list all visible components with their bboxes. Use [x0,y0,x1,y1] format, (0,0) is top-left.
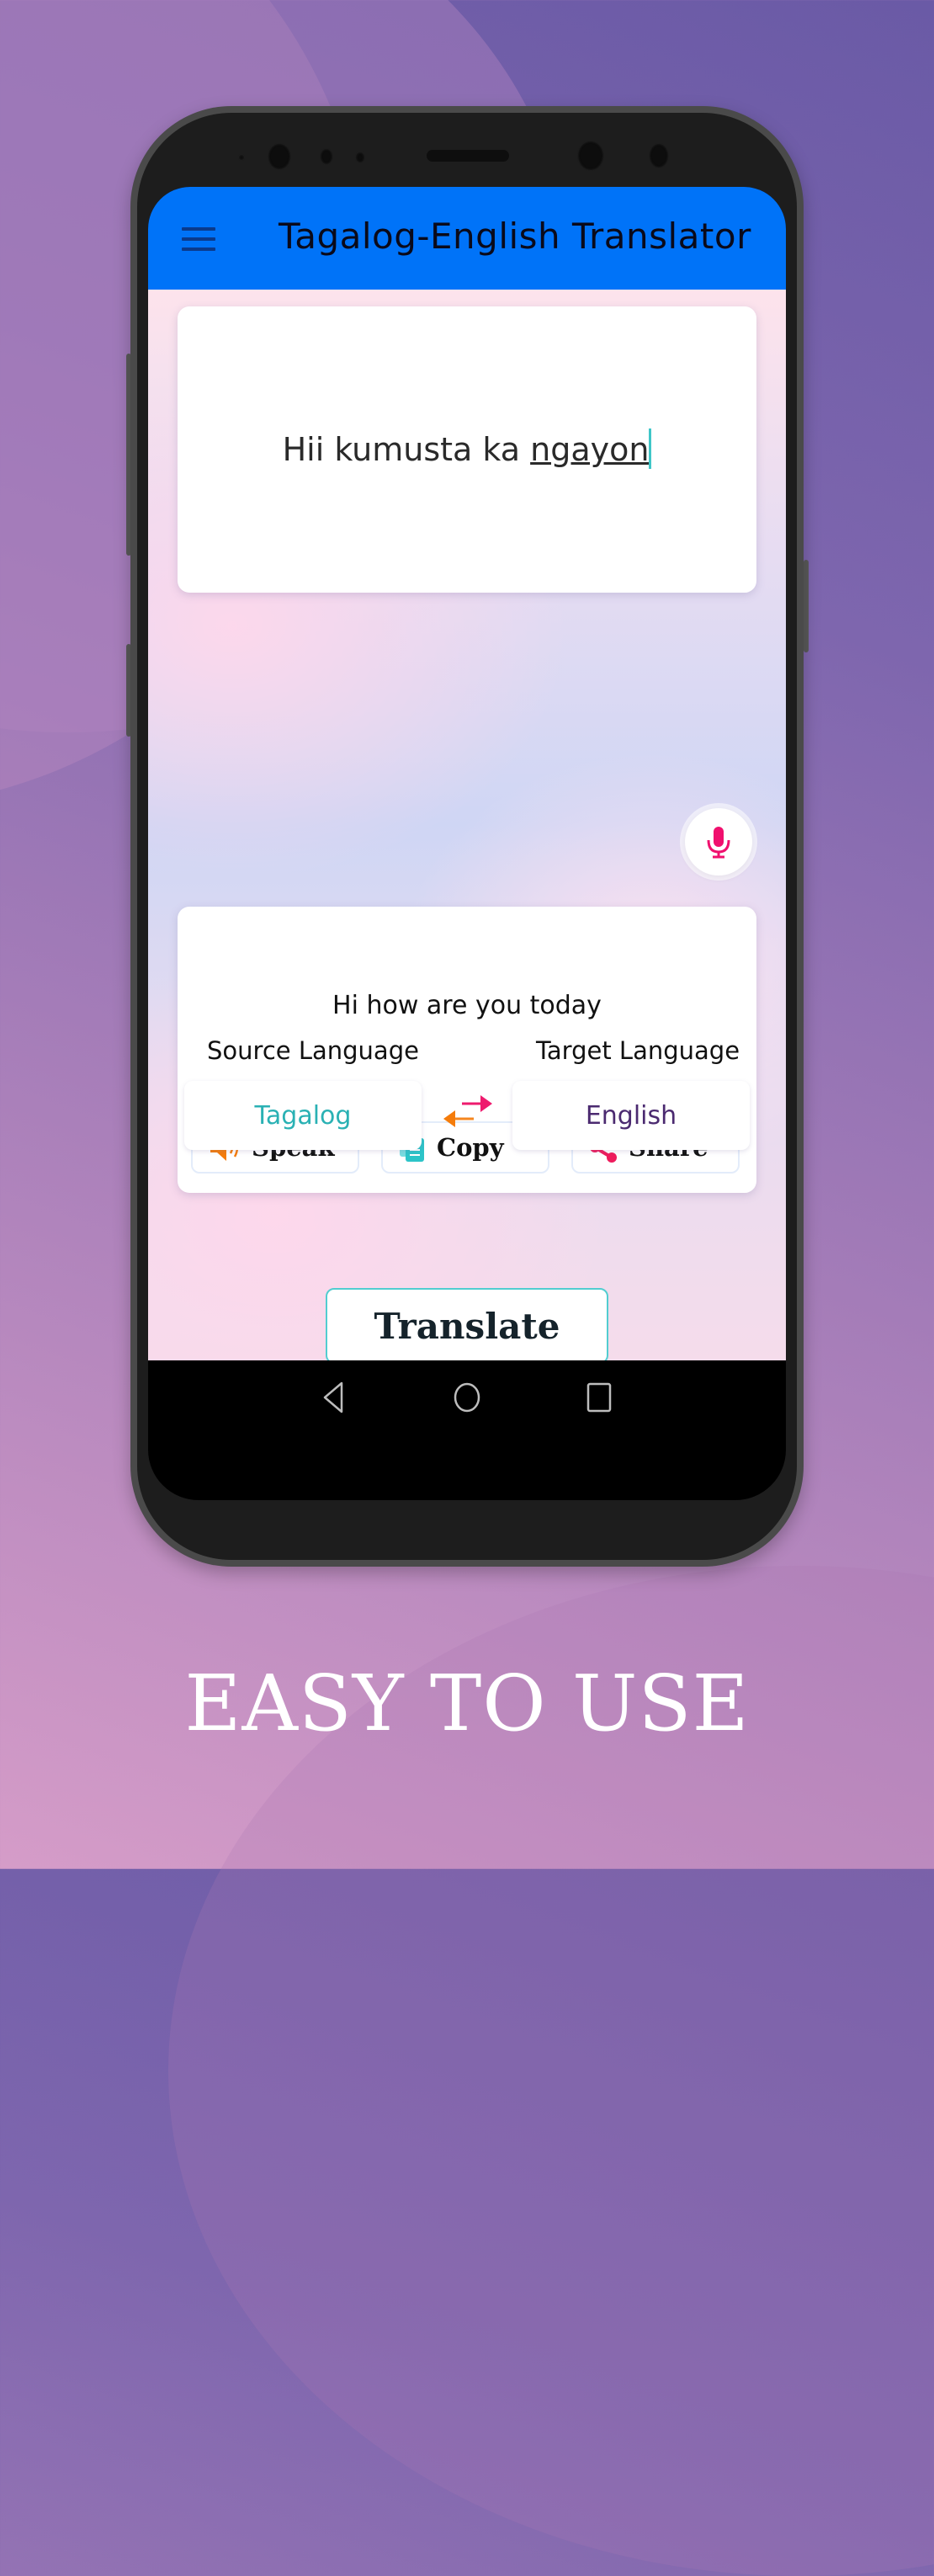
source-text-card: Hii kumusta ka ngayon [178,306,756,593]
nav-back-button[interactable] [316,1379,353,1416]
app-bar: Tagalog-English Translator [148,187,786,290]
phone-screen: Tagalog-English Translator Hii kumusta k… [148,187,786,1500]
earpiece-speaker [427,150,509,162]
app-title: Tagalog-English Translator [279,216,751,257]
copy-label: Copy [437,1133,504,1162]
nav-home-button[interactable] [448,1379,486,1416]
source-text-underlined-word: ngayon [530,431,650,468]
translate-button[interactable]: Translate [326,1288,608,1364]
nav-recent-button[interactable] [581,1379,618,1416]
phone-sensor [355,152,365,163]
recent-square-icon [586,1382,612,1413]
source-language-selector[interactable]: Tagalog [184,1081,422,1150]
android-nav-bar [148,1360,786,1434]
phone-power-button [804,560,809,652]
text-caret [649,428,652,469]
swap-arrows-icon[interactable] [438,1094,497,1132]
translated-text: Hi how are you today [332,991,602,1020]
promo-tagline: EASY TO USE [184,1658,750,1748]
phone-sensor [320,148,333,165]
microphone-button[interactable] [685,808,752,876]
front-camera [268,143,291,170]
main-content: Hii kumusta ka ngayon Hi how are you tod… [148,290,786,1364]
front-camera [577,141,604,171]
target-language-selector[interactable]: English [512,1081,750,1150]
phone-sensor [649,143,669,168]
hamburger-menu-icon[interactable] [182,227,215,251]
back-triangle-icon [323,1381,343,1413]
home-circle-icon [454,1382,480,1413]
phone-sensor [238,154,245,161]
microphone-icon [707,827,730,859]
source-language-label: Source Language [207,1036,419,1065]
target-language-label: Target Language [536,1036,740,1065]
source-text-input[interactable]: Hii kumusta ka ngayon [178,428,756,469]
source-text-plain: Hii kumusta ka [282,431,531,468]
